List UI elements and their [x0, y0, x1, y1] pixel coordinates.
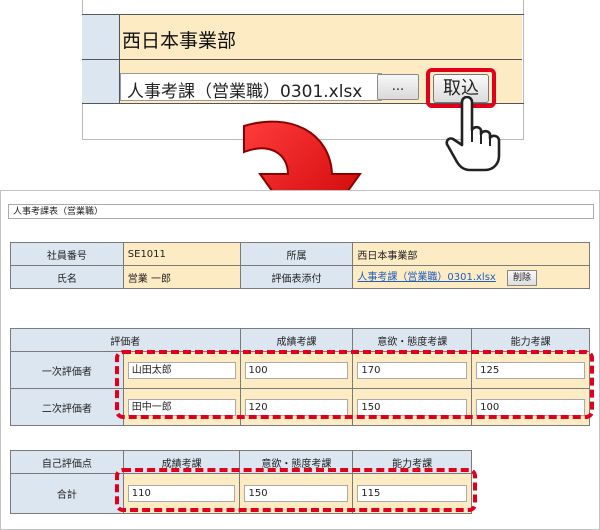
attach-label: 評価表添付	[239, 265, 354, 289]
zoom-browse-button[interactable]: ...	[377, 74, 419, 100]
evaluator-highlight	[115, 350, 594, 419]
hand-cursor-icon	[445, 96, 501, 172]
total-label: 合計	[10, 473, 124, 514]
attach-cell: 人事考課（営業職）0301.xlsx 削除	[352, 265, 590, 289]
name-label: 氏名	[10, 265, 124, 289]
zoom-file-input[interactable]: 人事考課（営業職）0301.xlsx	[120, 73, 382, 101]
employee-no-value: SE1011	[122, 242, 241, 266]
evaluator-header: 評価者	[10, 328, 241, 352]
name-value: 営業 一郎	[122, 265, 241, 289]
dept-label: 所属	[239, 242, 354, 266]
primary-evaluator-label: 一次評価者	[10, 351, 124, 389]
zoom-table: 西日本事業部 人事考課（営業職）0301.xlsx ... 取込	[82, 14, 524, 108]
secondary-evaluator-label: 二次評価者	[10, 388, 124, 426]
attach-file-link[interactable]: 人事考課（営業職）0301.xlsx	[357, 272, 495, 283]
zoom-divider	[82, 59, 522, 60]
ability-header: 能力考課	[471, 328, 590, 352]
form-title: 人事考課表（営業職）	[8, 204, 594, 219]
dept-value: 西日本事業部	[352, 242, 590, 266]
employee-no-label: 社員番号	[10, 242, 124, 266]
attitude-header: 意欲・態度考課	[352, 328, 473, 352]
self-eval-header: 自己評価点	[10, 450, 124, 474]
delete-button[interactable]: 削除	[507, 270, 538, 286]
employee-info-table: 社員番号 SE1011 所属 西日本事業部 氏名 営業 一郎 評価表添付 人事考…	[10, 242, 590, 289]
self-eval-highlight	[115, 468, 477, 512]
performance-header: 成績考課	[239, 328, 354, 352]
zoom-department: 西日本事業部	[122, 30, 237, 52]
